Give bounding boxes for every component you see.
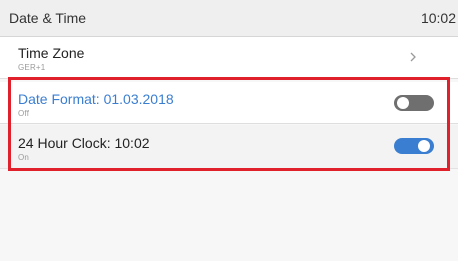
empty-list-area	[0, 170, 458, 261]
time-zone-row[interactable]: Time Zone GER+1	[0, 37, 458, 79]
status-time: 10:02	[420, 10, 456, 26]
24-hour-clock-row[interactable]: 24 Hour Clock: 10:02 On	[0, 125, 458, 169]
chevron-right-icon	[410, 52, 416, 62]
24-hour-clock-label: 24 Hour Clock: 10:02	[18, 135, 150, 151]
header-bar: Date & Time 10:02	[0, 0, 458, 37]
time-zone-value: GER+1	[18, 63, 46, 72]
date-format-status: Off	[18, 109, 30, 118]
page-title: Date & Time	[9, 10, 87, 26]
date-format-toggle[interactable]	[394, 95, 434, 111]
24-hour-clock-status: On	[18, 153, 30, 162]
date-time-screen: Date & Time 10:02 Time Zone GER+1 Date F…	[0, 0, 458, 261]
toggle-knob	[397, 97, 409, 109]
time-zone-label: Time Zone	[18, 45, 85, 61]
24-hour-clock-toggle[interactable]	[394, 138, 434, 154]
date-format-label: Date Format: 01.03.2018	[18, 91, 174, 107]
date-format-row[interactable]: Date Format: 01.03.2018 Off	[0, 82, 458, 124]
toggle-knob	[418, 140, 430, 152]
